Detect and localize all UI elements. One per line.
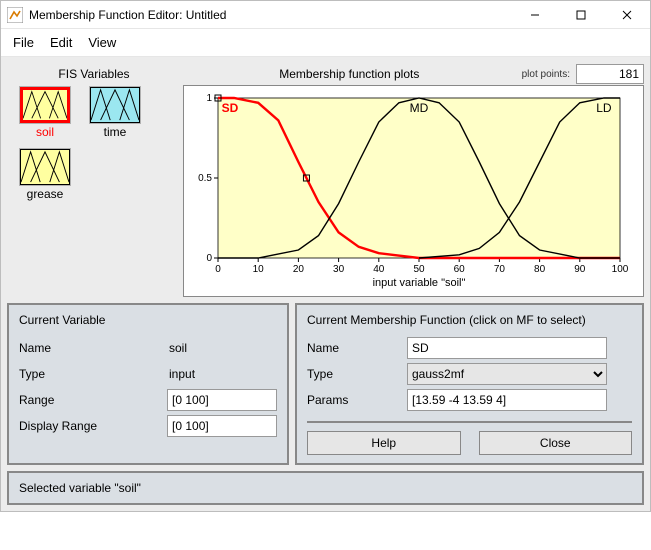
- close-window-button[interactable]: [604, 1, 650, 29]
- svg-text:80: 80: [534, 264, 546, 275]
- svg-text:20: 20: [293, 264, 305, 275]
- svg-text:60: 60: [454, 264, 466, 275]
- var-display-range-input[interactable]: [167, 415, 277, 437]
- svg-text:0: 0: [215, 264, 221, 275]
- mf-type-label: Type: [307, 367, 407, 381]
- var-range-label: Range: [19, 393, 167, 407]
- mf-name-input[interactable]: [407, 337, 607, 359]
- fis-var-label: grease: [27, 187, 64, 201]
- fis-var-icon: [20, 149, 70, 185]
- help-button[interactable]: Help: [307, 431, 461, 455]
- mf-name-label: Name: [307, 341, 407, 355]
- maximize-button[interactable]: [558, 1, 604, 29]
- svg-text:90: 90: [574, 264, 586, 275]
- menu-view[interactable]: View: [82, 33, 122, 52]
- mf-type-select[interactable]: gauss2mf: [407, 363, 607, 385]
- plot-area[interactable]: 0 10 20 30 40 50 60 70 80 90 100 0 0.5 1 input variabl…: [183, 85, 644, 297]
- minimize-button[interactable]: [512, 1, 558, 29]
- menubar: File Edit View: [1, 29, 650, 57]
- menu-edit[interactable]: Edit: [44, 33, 78, 52]
- var-range-input[interactable]: [167, 389, 277, 411]
- svg-text:SD: SD: [222, 101, 239, 115]
- plot-title: Membership function plots: [183, 67, 516, 81]
- status-bar: Selected variable "soil": [7, 471, 644, 505]
- var-type-label: Type: [19, 367, 169, 381]
- current-variable-panel: Current Variable Name soil Type input Ra…: [7, 303, 289, 465]
- panel-title: Current Membership Function (click on MF…: [307, 313, 632, 327]
- svg-text:40: 40: [373, 264, 385, 275]
- mf-params-input[interactable]: [407, 389, 607, 411]
- plot-points-label: plot points:: [522, 69, 570, 80]
- current-mf-panel: Current Membership Function (click on MF…: [295, 303, 644, 465]
- fis-var-grease[interactable]: grease: [17, 149, 73, 201]
- var-name-label: Name: [19, 341, 169, 355]
- svg-text:0: 0: [206, 253, 212, 264]
- svg-text:0.5: 0.5: [198, 173, 212, 184]
- svg-text:10: 10: [253, 264, 265, 275]
- svg-text:MD: MD: [410, 101, 429, 115]
- close-button[interactable]: Close: [479, 431, 633, 455]
- fis-var-soil[interactable]: soil: [17, 87, 73, 139]
- mf-chart[interactable]: 0 10 20 30 40 50 60 70 80 90 100 0 0.5 1 input variabl…: [190, 90, 628, 290]
- plot-points-input[interactable]: [576, 64, 644, 84]
- panel-title: Current Variable: [19, 313, 277, 327]
- svg-text:input variable "soil": input variable "soil": [373, 277, 466, 289]
- mf-params-label: Params: [307, 393, 407, 407]
- matlab-icon: [7, 7, 23, 23]
- var-name-value: soil: [169, 341, 187, 355]
- status-text: Selected variable "soil": [19, 481, 141, 495]
- menu-file[interactable]: File: [7, 33, 40, 52]
- svg-text:50: 50: [413, 264, 425, 275]
- fis-var-time[interactable]: time: [87, 87, 143, 139]
- var-display-range-label: Display Range: [19, 419, 167, 433]
- svg-text:LD: LD: [596, 101, 612, 115]
- fis-variables-title: FIS Variables: [11, 67, 177, 81]
- window-title: Membership Function Editor: Untitled: [29, 8, 226, 22]
- fis-var-icon: [20, 87, 70, 123]
- svg-text:70: 70: [494, 264, 506, 275]
- fis-var-icon: [90, 87, 140, 123]
- titlebar: Membership Function Editor: Untitled: [1, 1, 650, 29]
- svg-text:100: 100: [612, 264, 628, 275]
- plot-panel: Membership function plots plot points: 0…: [183, 63, 644, 297]
- fis-variables-panel: FIS Variables soil time: [7, 63, 177, 297]
- fis-var-label: time: [104, 125, 127, 139]
- svg-text:30: 30: [333, 264, 345, 275]
- svg-text:1: 1: [206, 93, 212, 104]
- fis-var-label: soil: [36, 125, 54, 139]
- var-type-value: input: [169, 367, 195, 381]
- app-window: Membership Function Editor: Untitled Fil…: [0, 0, 651, 512]
